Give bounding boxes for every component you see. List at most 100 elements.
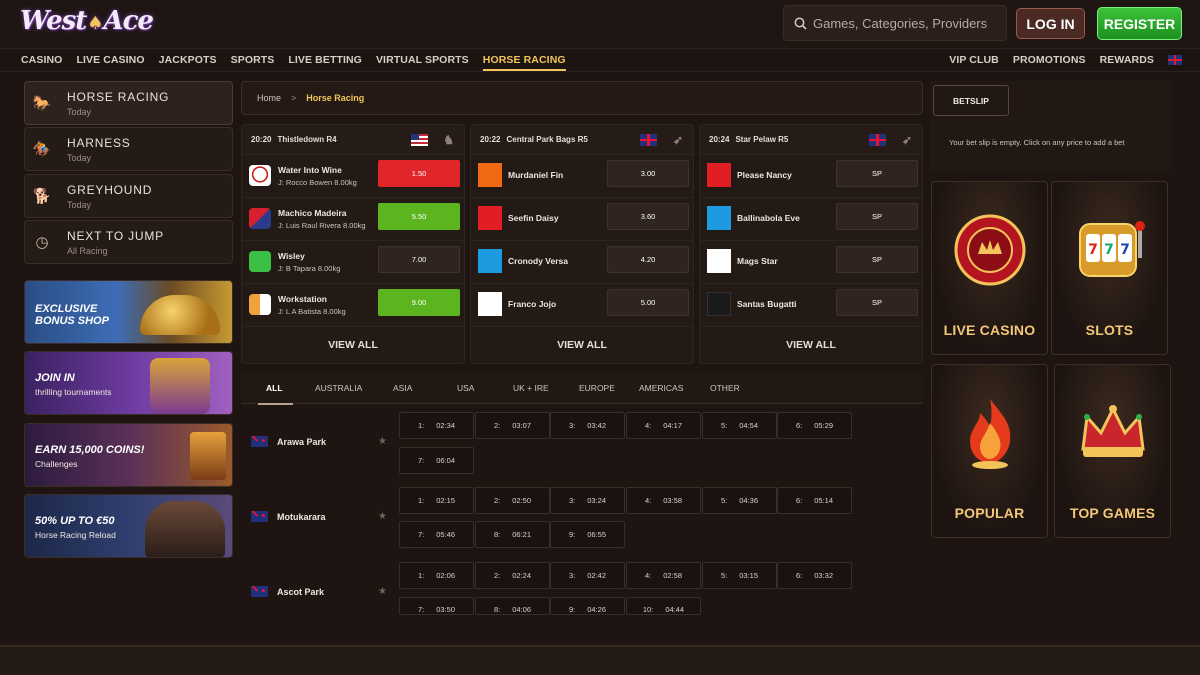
nav-promotions[interactable]: PROMOTIONS	[1013, 54, 1086, 66]
race-time-button[interactable]: 4: 03:58	[626, 487, 701, 514]
trap-color-icon	[478, 163, 502, 187]
price-button[interactable]: SP	[836, 246, 918, 273]
nav-vip-club[interactable]: VIP CLUB	[949, 54, 999, 66]
view-all-button[interactable]: VIEW ALL	[242, 327, 464, 363]
race-time-button[interactable]: 2: 02:24	[475, 562, 550, 589]
coin-pile-icon	[140, 295, 220, 335]
race-time-button[interactable]: 3: 03:42	[550, 412, 625, 439]
favourite-star-icon[interactable]: ★	[378, 511, 387, 522]
price-button[interactable]: 3.00	[607, 160, 689, 187]
jockey-name: J: B Tapara 8.00kg	[278, 264, 341, 273]
runner-row: Murdaniel Fin 3.00	[471, 155, 693, 198]
race-time-button[interactable]: 6: 05:14	[777, 487, 852, 514]
westace-logo[interactable]: West♠Ace	[20, 6, 154, 36]
meeting-motukarara[interactable]: Motukarara	[251, 511, 326, 522]
nz-flag-icon	[251, 436, 268, 447]
race-header[interactable]: 20:20 Thistledown R4 ♞	[242, 125, 464, 155]
sidebar-item-next-to-jump[interactable]: ◷ NEXT TO JUMP All Racing	[24, 220, 233, 264]
price-button[interactable]: SP	[836, 203, 918, 230]
search-box[interactable]	[783, 5, 1007, 41]
register-button[interactable]: REGISTER	[1097, 7, 1182, 40]
login-button[interactable]: LOG IN	[1016, 8, 1085, 39]
race-time-button[interactable]: 7: 05:46	[399, 521, 474, 548]
race-time-button[interactable]: 7: 03:50	[399, 597, 474, 615]
race-time-button[interactable]: 5: 03:15	[702, 562, 777, 589]
race-time-button[interactable]: 5: 04:54	[702, 412, 777, 439]
race-time-button[interactable]: 9: 04:26	[550, 597, 625, 615]
language-flag-icon[interactable]	[1168, 55, 1182, 65]
race-time-button[interactable]: 5: 04:36	[702, 487, 777, 514]
sidebar-item-harness[interactable]: 🏇 HARNESS Today	[24, 127, 233, 171]
trap-color-icon	[478, 206, 502, 230]
promo-horse-racing-reload[interactable]: 50% UP TO €50 Horse Racing Reload	[24, 494, 233, 558]
tile-live-casino[interactable]: LIVE CASINO	[931, 181, 1048, 355]
tab-asia[interactable]: ASIA	[393, 383, 412, 393]
favourite-star-icon[interactable]: ★	[378, 436, 387, 447]
betslip-tab[interactable]: BETSLIP	[933, 85, 1009, 116]
nav-sports[interactable]: SPORTS	[231, 54, 275, 71]
race-time-button[interactable]: 2: 02:50	[475, 487, 550, 514]
nav-horse-racing[interactable]: HORSE RACING	[482, 54, 566, 71]
promo-challenges[interactable]: EARN 15,000 COINS! Challenges	[24, 423, 233, 487]
view-all-button[interactable]: VIEW ALL	[471, 327, 693, 363]
sidebar-item-horse-racing[interactable]: 🐎 HORSE RACING Today	[24, 81, 233, 125]
tab-europe[interactable]: EUROPE	[579, 383, 615, 393]
race-time-button[interactable]: 6: 05:29	[777, 412, 852, 439]
promo-bonus-shop[interactable]: EXCLUSIVE BONUS SHOP	[24, 280, 233, 344]
race-time-button[interactable]: 9: 06:55	[550, 521, 625, 548]
race-time-button[interactable]: 1: 02:34	[399, 412, 474, 439]
race-time-button[interactable]: 1: 02:15	[399, 487, 474, 514]
race-time-button[interactable]: 8: 04:06	[475, 597, 550, 615]
sidebar-item-greyhound[interactable]: 🐕 GREYHOUND Today	[24, 174, 233, 218]
tab-usa[interactable]: USA	[457, 383, 474, 393]
race-time-button[interactable]: 7: 06:04	[399, 447, 474, 474]
race-time-button[interactable]: 10: 04:44	[626, 597, 701, 615]
nav-live-betting[interactable]: LIVE BETTING	[288, 54, 362, 71]
view-all-button[interactable]: VIEW ALL	[700, 327, 922, 363]
greyhound-icon: 🐕	[32, 188, 52, 205]
tab-australia[interactable]: AUSTRALIA	[315, 383, 362, 393]
nav-casino[interactable]: CASINO	[21, 54, 62, 71]
race-time-button[interactable]: 1: 02:06	[399, 562, 474, 589]
tile-popular[interactable]: POPULAR	[931, 364, 1048, 538]
price-button[interactable]: 7.00	[378, 246, 460, 273]
price-button[interactable]: 9.00	[378, 289, 460, 316]
price-button[interactable]: SP	[836, 160, 918, 187]
nav-rewards[interactable]: REWARDS	[1100, 54, 1154, 66]
price-button[interactable]: SP	[836, 289, 918, 316]
meeting-ascot-park[interactable]: Ascot Park	[251, 586, 324, 597]
promo-title: BONUS SHOP	[35, 315, 109, 327]
favourite-star-icon[interactable]: ★	[378, 586, 387, 597]
tab-other[interactable]: OTHER	[710, 383, 740, 393]
tile-slots[interactable]: 7 7 7 SLOTS	[1051, 181, 1168, 355]
runner-row: Franco Jojo 5.00	[471, 284, 693, 327]
nav-virtual-sports[interactable]: VIRTUAL SPORTS	[376, 54, 469, 71]
price-button[interactable]: 5.50	[378, 203, 460, 230]
race-time-button[interactable]: 4: 02:58	[626, 562, 701, 589]
breadcrumb-home[interactable]: Home	[257, 93, 281, 103]
promo-subtitle: thrilling tournaments	[35, 387, 112, 397]
race-time-button[interactable]: 3: 02:42	[550, 562, 625, 589]
price-button[interactable]: 5.00	[607, 289, 689, 316]
price-button[interactable]: 3.60	[607, 203, 689, 230]
race-time-button[interactable]: 2: 03:07	[475, 412, 550, 439]
race-header[interactable]: 20:24 Star Pelaw R5 ➶	[700, 125, 922, 155]
tab-uk-ire[interactable]: UK + IRE	[513, 383, 549, 393]
tab-all[interactable]: ALL	[258, 383, 292, 405]
meeting-arawa-park[interactable]: Arawa Park	[251, 436, 326, 447]
breadcrumb-current: Horse Racing	[306, 93, 365, 103]
promo-tournaments[interactable]: JOIN IN thrilling tournaments	[24, 351, 233, 415]
race-time-button[interactable]: 3: 03:24	[550, 487, 625, 514]
race-header[interactable]: 20:22 Central Park Bags R5 ➶	[471, 125, 693, 155]
tab-americas[interactable]: AMERICAS	[639, 383, 683, 393]
race-time-button[interactable]: 6: 03:32	[777, 562, 852, 589]
tile-top-games[interactable]: TOP GAMES	[1054, 364, 1171, 538]
category-sub: Today	[67, 152, 92, 163]
race-time-button[interactable]: 4: 04:17	[626, 412, 701, 439]
race-time-button[interactable]: 8: 06:21	[475, 521, 550, 548]
price-button[interactable]: 1.50	[378, 160, 460, 187]
nav-live-casino[interactable]: LIVE CASINO	[76, 54, 144, 71]
nav-jackpots[interactable]: JACKPOTS	[159, 54, 217, 71]
search-input[interactable]	[813, 15, 993, 31]
price-button[interactable]: 4.20	[607, 246, 689, 273]
